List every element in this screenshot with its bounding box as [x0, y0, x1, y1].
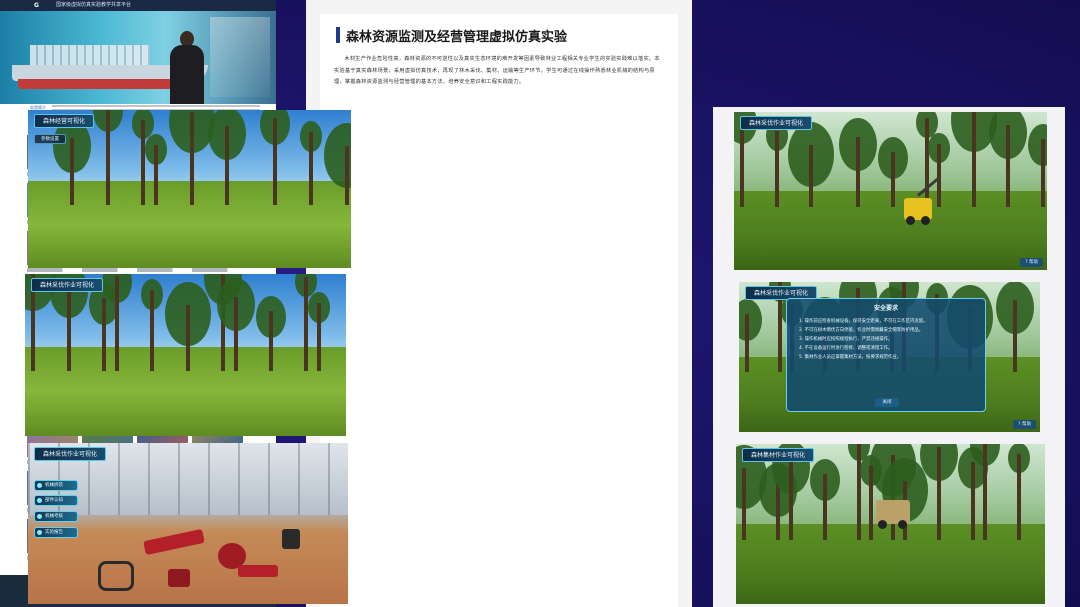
menu-label: 实验报告: [45, 530, 63, 535]
tree-trunk-shape: [970, 461, 975, 540]
menu-bullet-icon: [37, 483, 42, 488]
safety-rule: 5. 集材作业人员应掌握集材方法，按要求规范作业。: [799, 355, 902, 360]
tree-trunk-shape: [774, 130, 779, 207]
tree-trunk-shape: [788, 460, 793, 540]
menu-label: 机械考核: [45, 514, 63, 519]
tree-trunk-shape: [189, 111, 194, 205]
menu-bullet-icon: [37, 514, 42, 519]
tree-trunk-shape: [1017, 453, 1022, 540]
safety-rules-list: 1. 操作前应检查机械设备，保持安全距离，不可在工作区内逗留。 2. 不可在树木…: [799, 317, 979, 362]
machine-part-shape[interactable]: [168, 569, 190, 587]
menu-label: 机械拆装: [45, 483, 63, 488]
thumbnail-caption-placeholder: [27, 268, 78, 272]
tree-trunk-shape: [317, 303, 322, 372]
portal-header-title: 国家级虚拟仿真实验教学共享平台: [56, 2, 132, 8]
scene-title-tag: 森林采伐作业可视化: [34, 447, 107, 461]
title-accent-bar: [336, 27, 340, 43]
tree-trunk-shape: [740, 116, 745, 207]
tree-trunk-shape: [924, 118, 929, 207]
help-button[interactable]: ? 帮助: [1013, 420, 1036, 429]
scene-title-tag: 森林采伐作业可视化: [740, 116, 813, 130]
tree-trunk-shape: [153, 144, 158, 205]
tree-trunk-shape: [66, 283, 71, 372]
document-title: 森林资源监测及经营管理虚拟仿真实验: [346, 30, 568, 45]
portal-banner-image: [0, 11, 276, 104]
safety-rule: 2. 不可在树木倒伏方向停留，作业时需佩戴安全帽等防护用品。: [799, 328, 924, 333]
tree-trunk-shape: [1012, 300, 1017, 372]
forest-management-scene[interactable]: 森林经营可视化 参数设置: [28, 110, 351, 268]
document-panel: 森林资源监测及经营管理虚拟仿真实验 木材生产作业危险性高，森林资源的不可逆性以及…: [306, 0, 692, 607]
ship-deck-shape: [30, 45, 150, 65]
tree-trunk-shape: [344, 146, 349, 205]
tree-trunk-shape: [150, 290, 155, 372]
safety-requirements-dialog: 安全要求 1. 操作前应检查机械设备，保持安全距离，不可在工作区内逗留。 2. …: [786, 298, 986, 412]
holo-panel-shape: [210, 17, 270, 97]
tree-trunk-shape: [983, 444, 988, 540]
tree-trunk-shape: [273, 117, 278, 205]
tree-trunk-shape: [745, 313, 750, 372]
dialog-title: 安全要求: [873, 305, 898, 312]
menu-label: 部件认知: [45, 498, 63, 503]
tree-trunk-shape: [225, 125, 230, 205]
tree-trunk-shape: [268, 311, 273, 372]
tree-trunk-shape: [856, 444, 861, 540]
help-button[interactable]: ? 帮助: [1020, 258, 1043, 267]
tree-trunk-shape: [856, 137, 861, 207]
machine-part-shape[interactable]: [282, 529, 300, 549]
tree-trunk-shape: [233, 296, 238, 372]
skidder-machine: [876, 500, 910, 529]
dialog-close-button[interactable]: 关闭: [875, 398, 899, 407]
tool-menu-report[interactable]: 实验报告: [34, 527, 78, 538]
harvester-machine: [904, 177, 939, 225]
tree-trunk-shape: [304, 277, 309, 372]
tree-trunk-shape: [1006, 124, 1011, 207]
portal-logo: G: [34, 2, 39, 9]
machine-assembly-scene[interactable]: 森林采伐作业可视化 机械拆装 部件认知 机械考核 实验报告: [28, 443, 348, 604]
thumbnail-caption-placeholder: [137, 268, 188, 272]
tree-trunk-shape: [114, 275, 119, 372]
tree-trunk-shape: [102, 298, 107, 372]
tree-trunk-shape: [742, 468, 747, 540]
thumbnail-caption-placeholder: [82, 268, 133, 272]
tree-trunk-shape: [69, 138, 74, 205]
menu-bullet-icon: [37, 498, 42, 503]
tree-trunk-shape: [309, 132, 313, 205]
tree-trunk-shape: [890, 151, 895, 207]
parameter-settings-button[interactable]: 参数设置: [34, 134, 66, 144]
tree-trunk-shape: [185, 304, 190, 372]
safety-rule: 4. 不在设备运行时进行检修、调整或清理工作。: [799, 346, 893, 351]
tree-trunk-shape: [105, 110, 110, 205]
scene-title-tag: 森林集材作业可视化: [742, 448, 815, 462]
document-paragraph: 木材生产作业危险性高，森林资源的不可逆性以及真实生态环境的难开发等因素导致林业工…: [334, 56, 660, 85]
scene-title-tag: 森林经营可视化: [34, 114, 95, 128]
tree-trunk-shape: [776, 482, 781, 540]
menu-bullet-icon: [37, 530, 42, 535]
forest-harvest-scene[interactable]: 森林采伐作业可视化: [25, 274, 346, 436]
safety-rule: 1. 操作前应检查机械设备，保持安全距离，不可在工作区内逗留。: [799, 319, 928, 324]
skidding-operation-scene[interactable]: 森林集材作业可视化: [736, 444, 1045, 604]
document-sheet: 森林资源监测及经营管理虚拟仿真实验 木材生产作业危险性高，森林资源的不可逆性以及…: [320, 14, 678, 607]
vr-user-figure: [168, 31, 208, 104]
tool-menu-assessment[interactable]: 机械考核: [34, 511, 78, 522]
tree-trunk-shape: [822, 474, 827, 540]
tree-trunk-shape: [936, 447, 941, 540]
machine-part-shape[interactable]: [98, 561, 134, 591]
tool-menu-parts[interactable]: 部件认知: [34, 495, 78, 506]
machine-part-shape[interactable]: [143, 528, 205, 556]
tree-trunk-shape: [937, 143, 942, 207]
machine-part-shape[interactable]: [238, 565, 278, 577]
tool-menu-disassembly[interactable]: 机械拆装: [34, 480, 78, 491]
harvester-operation-scene[interactable]: 森林采伐作业可视化 ? 帮助: [734, 112, 1047, 270]
tree-trunk-shape: [809, 145, 814, 207]
safety-rule: 3. 操作机械时应按照规程执行，严禁违规操作。: [799, 337, 893, 342]
tree-trunk-shape: [971, 112, 976, 207]
tree-trunk-shape: [868, 466, 873, 540]
scene-title-tag: 森林采伐作业可视化: [31, 278, 104, 292]
tree-trunk-shape: [1040, 138, 1045, 207]
tree-trunk-shape: [141, 119, 146, 205]
thumbnail-caption-placeholder: [192, 268, 243, 272]
